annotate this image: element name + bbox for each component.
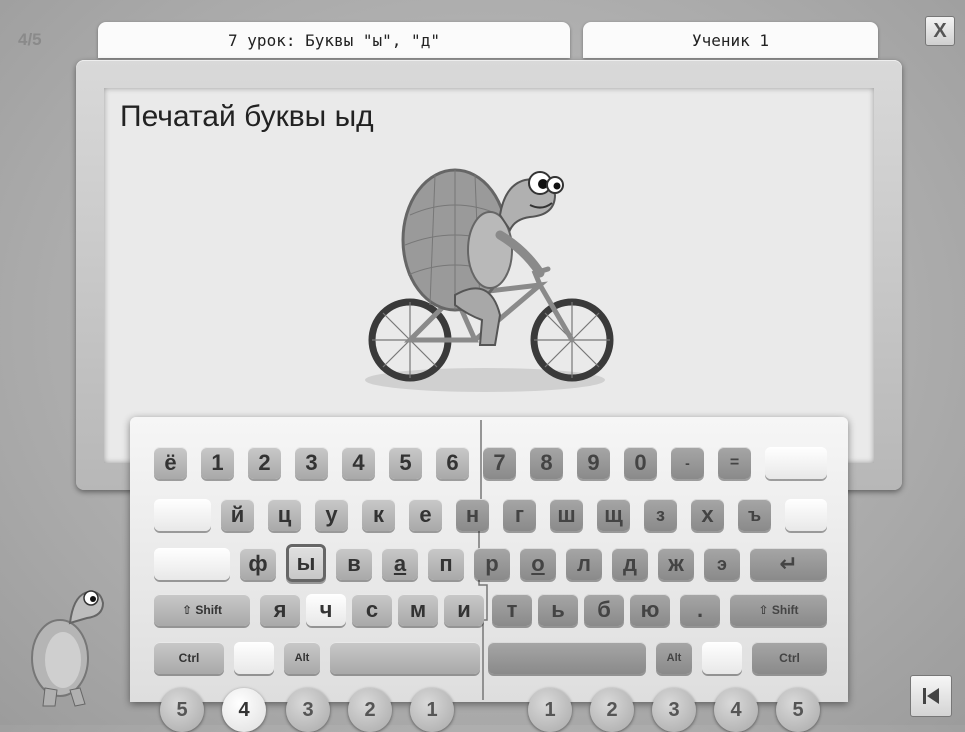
key-d[interactable]: д [612,548,648,580]
key-4[interactable]: 4 [342,447,375,479]
key-yu[interactable]: ю [630,594,670,626]
key-e[interactable]: э [704,548,740,580]
key-l[interactable]: л [566,548,602,580]
turtle-on-bicycle-illustration [365,168,614,392]
key-n[interactable]: н [456,499,489,531]
lesson-title-tab: 7 урок: Буквы "ы", "д" [98,22,570,58]
key-backspace[interactable] [765,447,827,479]
key-t[interactable]: т [492,594,532,626]
key-minus[interactable]: - [671,447,704,479]
key-p[interactable]: п [428,548,464,580]
key-enter[interactable]: ↵ [750,548,827,580]
key-period[interactable]: . [680,594,720,626]
key-5[interactable]: 5 [389,447,422,479]
key-8[interactable]: 8 [530,447,563,479]
key-a[interactable]: а [382,548,418,580]
key-v[interactable]: в [336,548,372,580]
close-button[interactable]: X [925,16,955,46]
key-sh[interactable]: ш [550,499,583,531]
key-ch[interactable]: ч [306,594,346,626]
skip-back-icon [923,688,939,704]
key-7[interactable]: 7 [483,447,516,479]
key-ts[interactable]: ц [268,499,301,531]
finger-left-middle: 3 [286,688,330,732]
key-0[interactable]: 0 [624,447,657,479]
key-tab[interactable] [154,499,211,531]
key-shch[interactable]: щ [597,499,630,531]
student-name: Ученик 1 [691,30,770,50]
student-tab[interactable]: Ученик 1 [583,22,878,58]
key-2[interactable]: 2 [248,447,281,479]
key-1[interactable]: 1 [201,447,234,479]
key-left-shift[interactable]: ⇧ Shift [154,594,250,626]
instruction-text: Печатай буквы ыд [120,100,374,133]
key-b[interactable]: б [584,594,624,626]
key-left-alt[interactable]: Alt [284,642,320,674]
key-backslash[interactable] [785,499,827,531]
key-zh[interactable]: ж [658,548,694,580]
finger-left-index: 2 [348,688,392,732]
key-r[interactable]: р [474,548,510,580]
key-i[interactable]: и [444,594,484,626]
key-space-right[interactable] [488,642,646,674]
lesson-title: 7 урок: Буквы "ы", "д" [228,30,440,50]
key-y-target[interactable]: ы [286,544,326,582]
key-f[interactable]: ф [240,548,276,580]
key-caps-lock[interactable] [154,548,230,580]
key-o[interactable]: о [520,548,556,580]
finger-right-thumb: 1 [528,688,572,732]
lesson-progress: 4/5 [18,30,42,49]
key-ie[interactable]: е [409,499,442,531]
key-u[interactable]: у [315,499,348,531]
finger-right-middle: 3 [652,688,696,732]
key-left-win[interactable] [234,642,274,674]
key-m[interactable]: м [398,594,438,626]
key-ya[interactable]: я [260,594,300,626]
key-j[interactable]: й [221,499,254,531]
key-yo[interactable]: ё [154,447,187,479]
key-6[interactable]: 6 [436,447,469,479]
key-h[interactable]: х [691,499,724,531]
key-k[interactable]: к [362,499,395,531]
turtle-icon[interactable] [25,578,115,708]
finger-right-pinky: 5 [776,688,820,732]
key-right-ctrl[interactable]: Ctrl [752,642,827,674]
key-space-left[interactable] [330,642,480,674]
close-icon: X [933,19,947,42]
key-left-ctrl[interactable]: Ctrl [154,642,224,674]
finger-left-thumb: 1 [410,688,454,732]
key-right-win[interactable] [702,642,742,674]
key-right-shift[interactable]: ⇧ Shift [730,594,827,626]
key-right-alt[interactable]: Alt [656,642,692,674]
key-hard-sign[interactable]: ъ [738,499,771,531]
key-soft-sign[interactable]: ь [538,594,578,626]
key-equals[interactable]: = [718,447,751,479]
finger-right-index: 2 [590,688,634,732]
back-button[interactable] [910,675,952,717]
key-3[interactable]: 3 [295,447,328,479]
finger-left-pinky: 5 [160,688,204,732]
key-9[interactable]: 9 [577,447,610,479]
key-s[interactable]: с [352,594,392,626]
finger-left-ring: 4 [222,688,266,732]
finger-right-ring: 4 [714,688,758,732]
key-z[interactable]: з [644,499,677,531]
key-g[interactable]: г [503,499,536,531]
